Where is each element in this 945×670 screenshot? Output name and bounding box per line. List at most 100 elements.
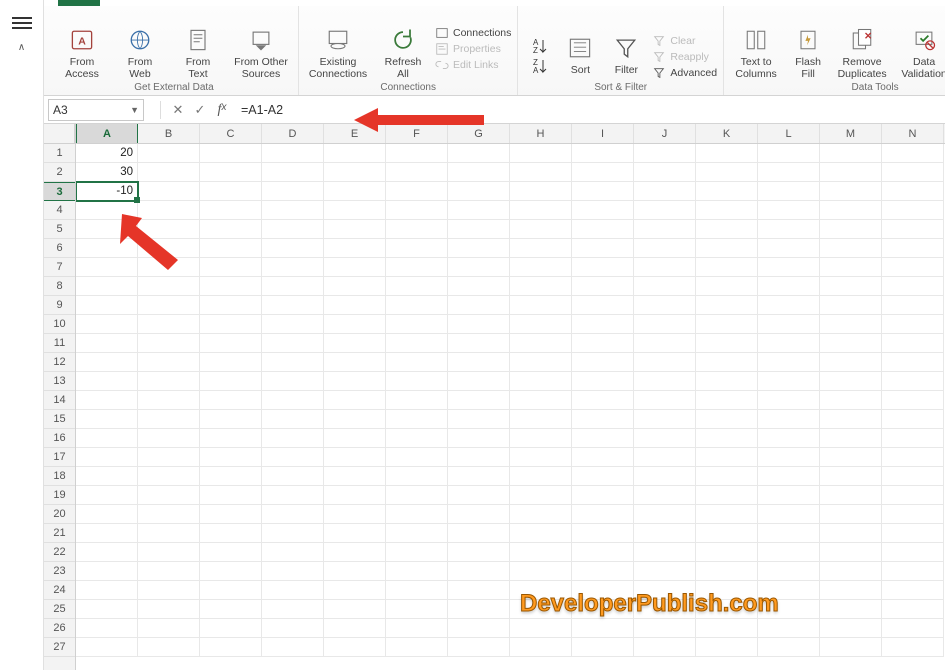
cell-E16[interactable] bbox=[324, 429, 386, 448]
cell-D3[interactable] bbox=[262, 182, 324, 201]
row-header-1[interactable]: 1 bbox=[44, 144, 75, 163]
cell-F27[interactable] bbox=[386, 638, 448, 657]
cell-E9[interactable] bbox=[324, 296, 386, 315]
column-header-F[interactable]: F bbox=[386, 124, 448, 143]
row-header-9[interactable]: 9 bbox=[44, 296, 75, 315]
cell-L24[interactable] bbox=[758, 581, 820, 600]
chevron-down-icon[interactable]: ▼ bbox=[130, 105, 139, 115]
column-header-K[interactable]: K bbox=[696, 124, 758, 143]
cell-A26[interactable] bbox=[76, 619, 138, 638]
cell-B1[interactable] bbox=[138, 144, 200, 163]
cell-J23[interactable] bbox=[634, 562, 696, 581]
cell-D11[interactable] bbox=[262, 334, 324, 353]
cell-J26[interactable] bbox=[634, 619, 696, 638]
cell-M5[interactable] bbox=[820, 220, 882, 239]
cell-G11[interactable] bbox=[448, 334, 510, 353]
cell-A10[interactable] bbox=[76, 315, 138, 334]
cell-N9[interactable] bbox=[882, 296, 944, 315]
cell-B18[interactable] bbox=[138, 467, 200, 486]
cell-I24[interactable] bbox=[572, 581, 634, 600]
cell-D20[interactable] bbox=[262, 505, 324, 524]
cell-A24[interactable] bbox=[76, 581, 138, 600]
cell-G20[interactable] bbox=[448, 505, 510, 524]
cell-I4[interactable] bbox=[572, 201, 634, 220]
cell-L12[interactable] bbox=[758, 353, 820, 372]
cell-B21[interactable] bbox=[138, 524, 200, 543]
cell-G18[interactable] bbox=[448, 467, 510, 486]
cell-M4[interactable] bbox=[820, 201, 882, 220]
cell-C27[interactable] bbox=[200, 638, 262, 657]
cell-L5[interactable] bbox=[758, 220, 820, 239]
cell-C22[interactable] bbox=[200, 543, 262, 562]
cell-G25[interactable] bbox=[448, 600, 510, 619]
cell-D26[interactable] bbox=[262, 619, 324, 638]
cell-F20[interactable] bbox=[386, 505, 448, 524]
cell-G27[interactable] bbox=[448, 638, 510, 657]
cell-K4[interactable] bbox=[696, 201, 758, 220]
cell-G3[interactable] bbox=[448, 182, 510, 201]
cell-A2[interactable]: 30 bbox=[76, 163, 138, 182]
cell-H17[interactable] bbox=[510, 448, 572, 467]
cell-G10[interactable] bbox=[448, 315, 510, 334]
cell-K18[interactable] bbox=[696, 467, 758, 486]
cell-L14[interactable] bbox=[758, 391, 820, 410]
cell-C4[interactable] bbox=[200, 201, 262, 220]
cell-D16[interactable] bbox=[262, 429, 324, 448]
cell-B12[interactable] bbox=[138, 353, 200, 372]
cell-F23[interactable] bbox=[386, 562, 448, 581]
menu-icon[interactable] bbox=[12, 14, 32, 32]
cell-D19[interactable] bbox=[262, 486, 324, 505]
cell-H26[interactable] bbox=[510, 619, 572, 638]
cell-G14[interactable] bbox=[448, 391, 510, 410]
cell-I22[interactable] bbox=[572, 543, 634, 562]
cell-K16[interactable] bbox=[696, 429, 758, 448]
cell-J22[interactable] bbox=[634, 543, 696, 562]
cell-N4[interactable] bbox=[882, 201, 944, 220]
cell-K20[interactable] bbox=[696, 505, 758, 524]
cell-F14[interactable] bbox=[386, 391, 448, 410]
cell-G15[interactable] bbox=[448, 410, 510, 429]
cell-J27[interactable] bbox=[634, 638, 696, 657]
cell-G2[interactable] bbox=[448, 163, 510, 182]
cell-K11[interactable] bbox=[696, 334, 758, 353]
cell-K10[interactable] bbox=[696, 315, 758, 334]
cell-L6[interactable] bbox=[758, 239, 820, 258]
cell-J11[interactable] bbox=[634, 334, 696, 353]
cell-F7[interactable] bbox=[386, 258, 448, 277]
from-other-sources-button[interactable]: From OtherSources bbox=[230, 26, 292, 80]
cell-K13[interactable] bbox=[696, 372, 758, 391]
cell-B13[interactable] bbox=[138, 372, 200, 391]
cell-E22[interactable] bbox=[324, 543, 386, 562]
cell-J1[interactable] bbox=[634, 144, 696, 163]
cell-F17[interactable] bbox=[386, 448, 448, 467]
cell-A16[interactable] bbox=[76, 429, 138, 448]
column-header-A[interactable]: A bbox=[76, 124, 138, 143]
cell-J10[interactable] bbox=[634, 315, 696, 334]
cell-M20[interactable] bbox=[820, 505, 882, 524]
edit-links-button[interactable]: Edit Links bbox=[435, 58, 511, 72]
cell-J6[interactable] bbox=[634, 239, 696, 258]
row-header-7[interactable]: 7 bbox=[44, 258, 75, 277]
cell-K15[interactable] bbox=[696, 410, 758, 429]
row-header-22[interactable]: 22 bbox=[44, 543, 75, 562]
cell-K14[interactable] bbox=[696, 391, 758, 410]
cell-B24[interactable] bbox=[138, 581, 200, 600]
cell-E11[interactable] bbox=[324, 334, 386, 353]
cell-F21[interactable] bbox=[386, 524, 448, 543]
cell-N23[interactable] bbox=[882, 562, 944, 581]
cell-D13[interactable] bbox=[262, 372, 324, 391]
cell-C19[interactable] bbox=[200, 486, 262, 505]
cell-M17[interactable] bbox=[820, 448, 882, 467]
cell-K1[interactable] bbox=[696, 144, 758, 163]
cell-M3[interactable] bbox=[820, 182, 882, 201]
cell-L23[interactable] bbox=[758, 562, 820, 581]
cell-L18[interactable] bbox=[758, 467, 820, 486]
cell-I1[interactable] bbox=[572, 144, 634, 163]
cell-A19[interactable] bbox=[76, 486, 138, 505]
cell-C16[interactable] bbox=[200, 429, 262, 448]
column-header-D[interactable]: D bbox=[262, 124, 324, 143]
cell-M2[interactable] bbox=[820, 163, 882, 182]
row-header-10[interactable]: 10 bbox=[44, 315, 75, 334]
cell-G24[interactable] bbox=[448, 581, 510, 600]
cell-F24[interactable] bbox=[386, 581, 448, 600]
